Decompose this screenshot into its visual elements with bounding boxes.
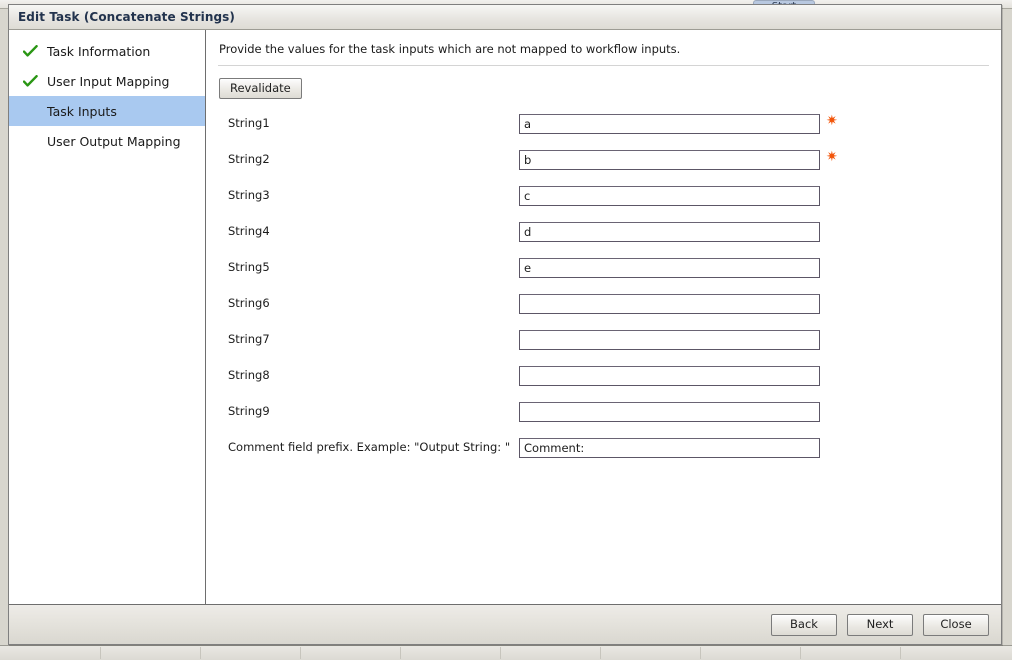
sidebar-item-label: User Input Mapping (47, 73, 170, 89)
string4-input[interactable] (519, 221, 820, 242)
field-label: Comment field prefix. Example: "Output S… (228, 440, 511, 454)
field-label: String3 (228, 188, 270, 202)
next-button[interactable]: Next (847, 613, 913, 636)
field-wrapper (519, 293, 820, 314)
dialog-footer: Back Next Close (9, 604, 1001, 644)
revalidate-button-container: Revalidate (206, 66, 1001, 99)
sidebar-item-label: Task Inputs (47, 103, 117, 119)
string3-input[interactable] (519, 185, 820, 206)
dialog-body: Task Information User Input Mapping Task… (9, 30, 1001, 604)
field-wrapper (519, 401, 820, 422)
form-row: String3 (206, 177, 1001, 213)
field-wrapper (519, 257, 820, 278)
sidebar-item-task-inputs[interactable]: Task Inputs (9, 96, 205, 126)
field-label: String7 (228, 332, 270, 346)
form-row: String8 (206, 357, 1001, 393)
task-inputs-panel: Provide the values for the task inputs w… (206, 30, 1001, 604)
field-label: String1 (228, 116, 270, 130)
string5-input[interactable] (519, 257, 820, 278)
sidebar-item-label: Task Information (47, 43, 151, 59)
comment-prefix-input[interactable] (519, 437, 820, 458)
string1-input[interactable] (519, 113, 820, 134)
field-label: String2 (228, 152, 270, 166)
sidebar-item-label: User Output Mapping (47, 133, 181, 149)
field-wrapper (519, 221, 820, 242)
backdrop-status-bar (0, 645, 1012, 660)
required-asterisk-icon: ✷ (826, 149, 838, 165)
string8-input[interactable] (519, 365, 820, 386)
wizard-step-sidebar: Task Information User Input Mapping Task… (9, 30, 206, 604)
string2-input[interactable] (519, 149, 820, 170)
dialog-title: Edit Task (Concatenate Strings) (18, 10, 235, 24)
field-wrapper (519, 149, 820, 170)
form-row: Comment field prefix. Example: "Output S… (206, 429, 1001, 465)
checkmark-icon (23, 44, 41, 58)
form-row: String7 (206, 321, 1001, 357)
field-label: String8 (228, 368, 270, 382)
field-wrapper (519, 113, 820, 134)
string9-input[interactable] (519, 401, 820, 422)
field-wrapper (519, 185, 820, 206)
form-row: String1 ✷ (206, 105, 1001, 141)
sidebar-item-task-information[interactable]: Task Information (9, 36, 205, 66)
close-button[interactable]: Close (923, 613, 989, 636)
form-row: String4 (206, 213, 1001, 249)
form-row: String5 (206, 249, 1001, 285)
checkmark-icon (23, 74, 41, 88)
sidebar-item-user-input-mapping[interactable]: User Input Mapping (9, 66, 205, 96)
back-button[interactable]: Back (771, 613, 837, 636)
panel-description: Provide the values for the task inputs w… (219, 42, 681, 56)
field-label: String5 (228, 260, 270, 274)
field-label: String9 (228, 404, 270, 418)
form-row: String6 (206, 285, 1001, 321)
field-label: String4 (228, 224, 270, 238)
task-inputs-form: String1 ✷ String2 ✷ String3 (206, 105, 1001, 465)
form-row: String9 (206, 393, 1001, 429)
string6-input[interactable] (519, 293, 820, 314)
field-wrapper (519, 437, 820, 458)
field-wrapper (519, 365, 820, 386)
edit-task-dialog: Edit Task (Concatenate Strings) Task Inf… (8, 4, 1002, 645)
form-row: String2 ✷ (206, 141, 1001, 177)
required-asterisk-icon: ✷ (826, 113, 838, 129)
sidebar-item-user-output-mapping[interactable]: User Output Mapping (9, 126, 205, 156)
field-wrapper (519, 329, 820, 350)
revalidate-button[interactable]: Revalidate (219, 78, 302, 99)
dialog-titlebar: Edit Task (Concatenate Strings) (9, 5, 1001, 30)
field-label: String6 (228, 296, 270, 310)
string7-input[interactable] (519, 329, 820, 350)
